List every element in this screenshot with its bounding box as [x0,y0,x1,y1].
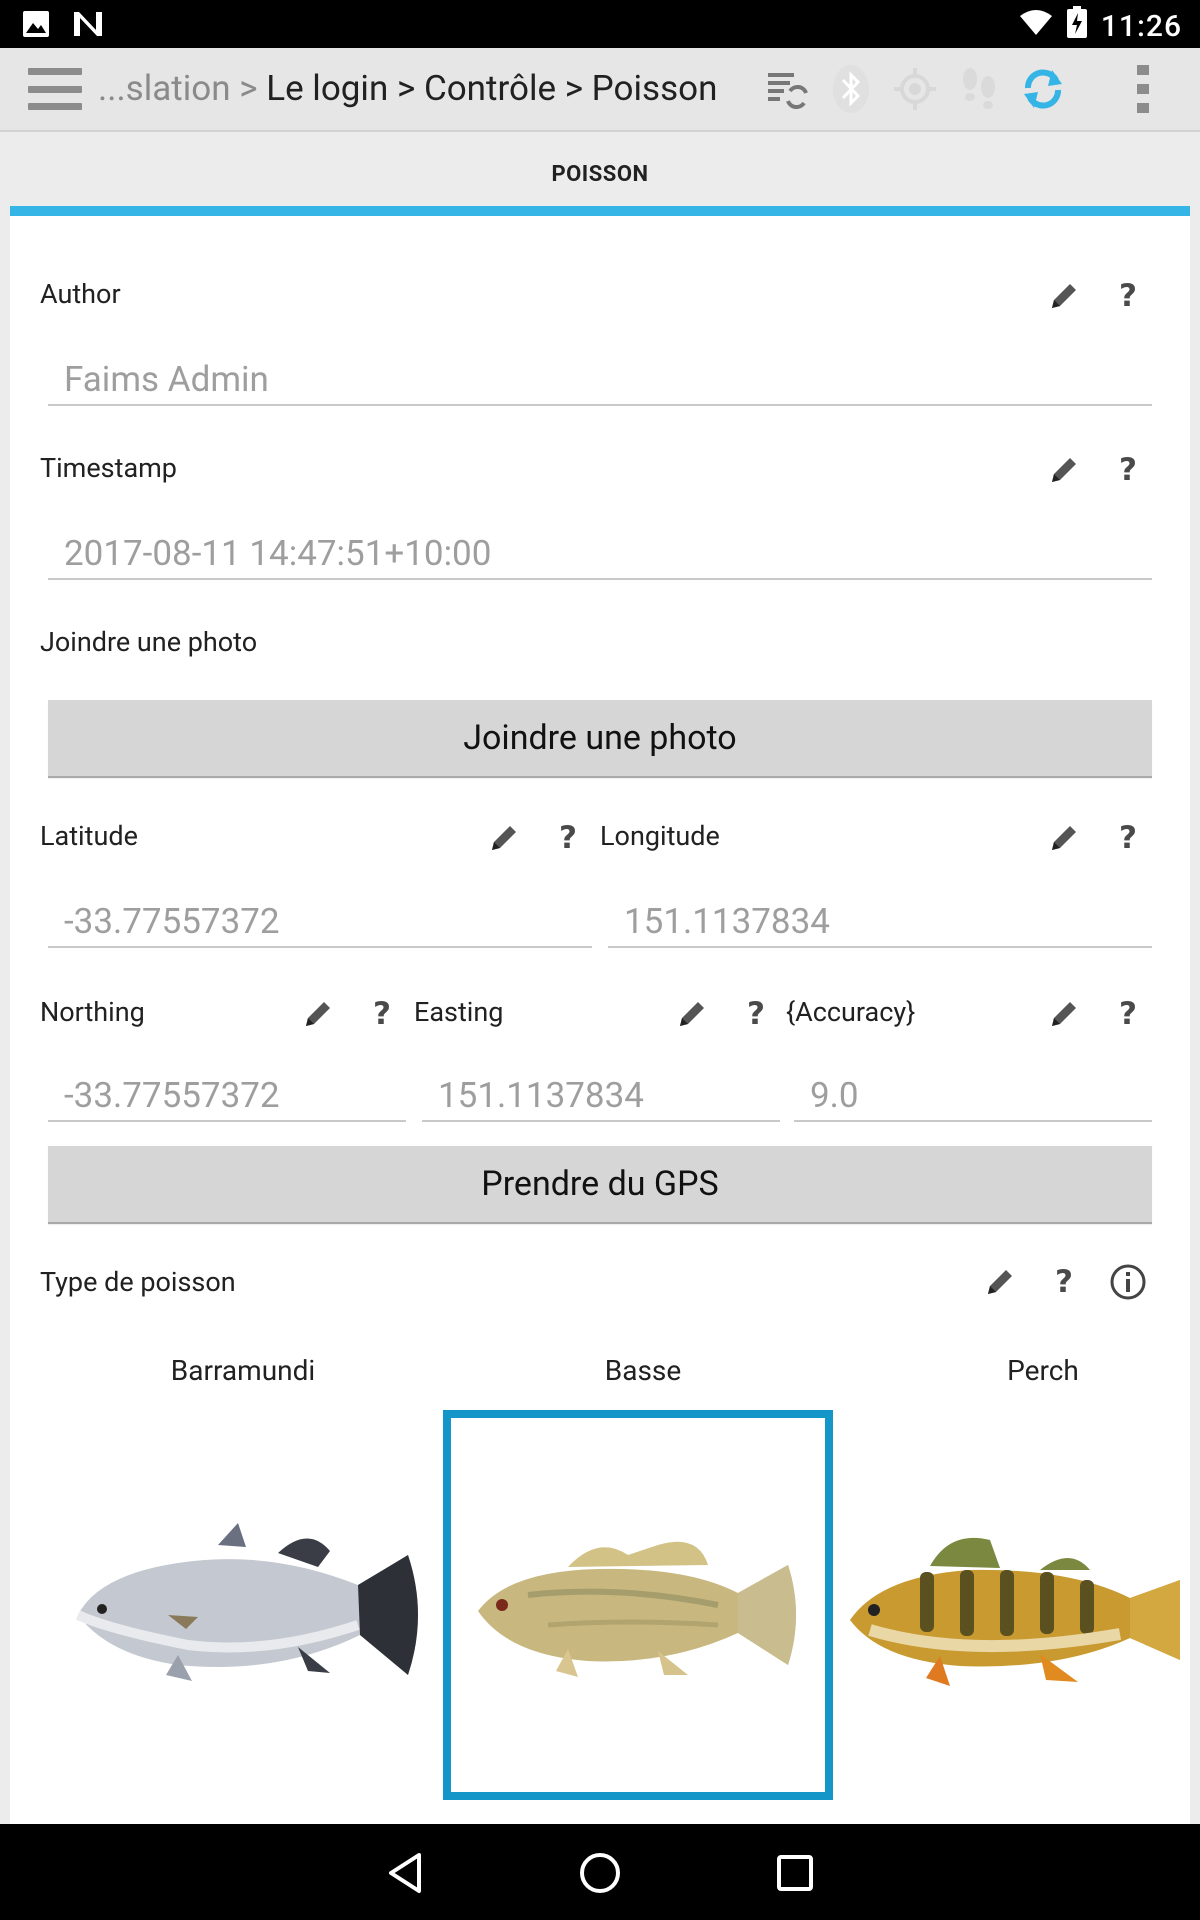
image-icon [22,10,50,42]
tracking-icon[interactable] [952,62,1006,116]
latitude-label: Latitude [40,820,138,852]
easting-input[interactable] [422,1070,780,1120]
pencil-icon[interactable] [1044,818,1084,858]
pencil-icon[interactable] [484,818,524,858]
n-icon [72,10,104,42]
recents-icon[interactable] [770,1848,820,1898]
breadcrumb[interactable]: ...slation > Le login > Contrôle > Poiss… [98,68,717,109]
northing-label: Northing [40,996,145,1028]
tab-poisson[interactable]: POISSON [10,162,1190,187]
fish-option-basse-label: Basse [604,1354,682,1387]
help-icon[interactable]: ? [1044,1262,1084,1302]
pencil-icon[interactable] [1044,994,1084,1034]
gps-icon[interactable] [888,62,942,116]
northing-field[interactable] [48,1070,406,1122]
menu-icon[interactable] [28,68,82,110]
northing-input[interactable] [48,1070,406,1120]
photo-label: Joindre une photo [40,626,258,658]
bluetooth-icon[interactable] [824,62,878,116]
timestamp-label: Timestamp [40,452,177,484]
fish-option-barramundi[interactable] [58,1410,448,1800]
sync-icon[interactable] [1016,62,1070,116]
help-icon[interactable]: ? [1108,276,1148,316]
home-icon[interactable] [575,1848,625,1898]
form-content[interactable]: Author ? Timestamp ? Joindre une photo J… [10,216,1190,1824]
timestamp-field[interactable] [48,528,1152,580]
longitude-input[interactable] [608,896,1152,946]
battery-charging-icon [1066,6,1087,46]
latitude-input[interactable] [48,896,592,946]
fish-option-basse[interactable] [443,1410,833,1800]
action-bar: ...slation > Le login > Contrôle > Poiss… [0,48,1200,132]
accuracy-input[interactable] [794,1070,1152,1120]
help-icon[interactable]: ? [548,818,588,858]
easting-field[interactable] [422,1070,780,1122]
help-icon[interactable]: ? [1108,818,1148,858]
fish-option-barramundi-label: Barramundi [170,1354,316,1387]
longitude-field[interactable] [608,896,1152,948]
pencil-icon[interactable] [672,994,712,1034]
sync-settings-icon[interactable] [760,62,814,116]
pencil-icon[interactable] [298,994,338,1034]
basse-fish-icon [478,1541,796,1677]
pencil-icon[interactable] [1044,450,1084,490]
pencil-icon[interactable] [980,1262,1020,1302]
help-icon[interactable]: ? [736,994,776,1034]
info-icon[interactable] [1108,1262,1148,1302]
pencil-icon[interactable] [1044,276,1084,316]
author-label: Author [40,278,121,310]
take-gps-button[interactable]: Prendre du GPS [48,1146,1152,1224]
clock: 11:26 [1100,8,1182,44]
accuracy-field[interactable] [794,1070,1152,1122]
fish-type-label: Type de poisson [40,1266,236,1298]
barramundi-fish-icon [75,1523,418,1681]
navigation-bar [0,1824,1200,1920]
help-icon[interactable]: ? [1108,450,1148,490]
attach-photo-button[interactable]: Joindre une photo [48,700,1152,778]
wifi-icon [1019,8,1053,44]
latitude-field[interactable] [48,896,592,948]
easting-label: Easting [414,996,504,1028]
perch-fish-icon [850,1537,1180,1686]
author-field[interactable] [48,354,1152,406]
status-bar: 11:26 [0,0,1200,48]
breadcrumb-path: Le login > Contrôle > Poisson [266,68,718,109]
accuracy-label: {Accuracy} [786,996,916,1028]
author-input[interactable] [48,354,1152,404]
tab-strip: POISSON [10,132,1190,216]
help-icon[interactable]: ? [1108,994,1148,1034]
overflow-menu-icon[interactable] [1116,62,1170,116]
fish-option-perch[interactable] [825,1410,1190,1800]
fish-option-perch-label: Perch [1007,1354,1079,1387]
back-icon[interactable] [380,1848,430,1898]
longitude-label: Longitude [600,820,720,852]
timestamp-input[interactable] [48,528,1152,578]
breadcrumb-prefix: ...slation > [98,68,267,109]
help-icon[interactable]: ? [362,994,402,1034]
tab-indicator [10,206,1190,216]
